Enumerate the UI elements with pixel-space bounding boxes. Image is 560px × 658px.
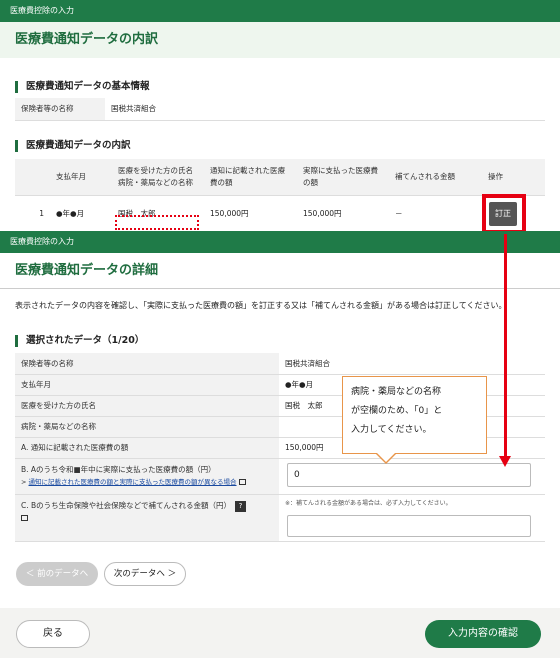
paid-amount-label-cell: B. Aのうち令和■年中に実際に支払った医療費の額（円） > 通知に記載された医…	[15, 458, 279, 495]
compensation-note: ※：補てんされる金額がある場合は、必ず入力してください。	[285, 499, 452, 507]
row-paid-amount: 150,000円	[297, 195, 389, 232]
compensation-label: C. Bのうち生命保険や社会保険などで補てんされる金額（円）	[21, 500, 231, 510]
insurer-label: 保険者等の名称	[15, 98, 105, 121]
breakdown-heading: 医療費通知データの内訳	[15, 140, 131, 152]
confirm-input-button[interactable]: 入力内容の確認	[425, 620, 541, 648]
row-notice-amount: 150,000円	[204, 195, 297, 232]
prev-data-button[interactable]: ＜ 前のデータへ	[16, 562, 98, 586]
date-label: 支払年月	[15, 374, 279, 396]
detail-page-title: 医療費通知データの詳細	[0, 253, 560, 289]
compensation-label-cell: C. Bのうち生命保険や社会保険などで補てんされる金額（円）?	[15, 494, 279, 542]
detail-header-bar: 医療費控除の入力	[0, 231, 560, 253]
basic-info-heading: 医療費通知データの基本情報	[15, 81, 150, 93]
paid-amount-input[interactable]: 0	[287, 463, 531, 487]
compensation-input[interactable]	[287, 515, 531, 537]
row-number: 1	[15, 195, 50, 232]
paid-amount-label: B. Aのうち令和■年中に実際に支払った医療費の額（円）	[21, 465, 216, 474]
top-header-bar: 医療費控除の入力	[0, 0, 560, 22]
highlight-correct-box	[482, 194, 526, 234]
patient-label: 医療を受けた方の氏名	[15, 395, 279, 417]
help-icon[interactable]: ?	[235, 500, 246, 512]
col-notice-amount: 通知に記載された医療 費の額	[204, 159, 297, 196]
insurer-label: 保険者等の名称	[15, 353, 279, 375]
breakdown-table: 支払年月 医療を受けた方の氏名 病院・薬局などの名称 通知に記載された医療 費の…	[15, 159, 545, 232]
callout-text: 病院・薬局などの名称 が空欄のため、「0」と 入力してください。	[351, 387, 443, 435]
next-data-button[interactable]: 次のデータへ ＞	[104, 562, 186, 586]
difference-link[interactable]: 通知に記載された医療費の額と実際に支払った医療費の額が異なる場合	[29, 478, 237, 486]
col-name: 医療を受けた方の氏名 病院・薬局などの名称	[112, 159, 204, 196]
back-button[interactable]: 戻る	[16, 620, 90, 648]
col-date: 支払年月	[50, 159, 112, 196]
col-action: 操作	[482, 159, 545, 196]
col-compensation: 補てんされる金額	[389, 159, 482, 196]
page-title: 医療費通知データの内訳	[0, 22, 560, 58]
detail-description: 表示されたデータの内容を確認し、「実際に支払った医療費の額」を訂正する又は「補て…	[15, 301, 507, 310]
col-paid-amount: 実際に支払った医療費 の額	[297, 159, 389, 196]
breakdown-header-row: 支払年月 医療を受けた方の氏名 病院・薬局などの名称 通知に記載された医療 費の…	[15, 159, 545, 196]
hospital-label: 病院・薬局などの名称	[15, 416, 279, 438]
row-date: ●年●月	[50, 195, 112, 232]
selected-data-heading: 選択されたデータ（1/20）	[15, 335, 144, 347]
row-compensation: －	[389, 195, 482, 232]
highlight-hospital-empty-box	[115, 215, 199, 230]
red-arrow-head	[499, 456, 511, 467]
basic-info-table: 保険者等の名称 国税共済組合	[15, 98, 545, 121]
notice-amount-label: A. 通知に記載された医療費の額	[15, 437, 279, 459]
red-arrow-line	[504, 234, 507, 456]
insurer-value: 国税共済組合	[105, 98, 545, 121]
instruction-callout: 病院・薬局などの名称 が空欄のため、「0」と 入力してください。	[342, 376, 487, 464]
window-icon	[21, 514, 28, 521]
table-row: 1 ●年●月 国税 太郎 150,000円 150,000円 －	[15, 195, 545, 232]
window-icon	[238, 479, 246, 485]
